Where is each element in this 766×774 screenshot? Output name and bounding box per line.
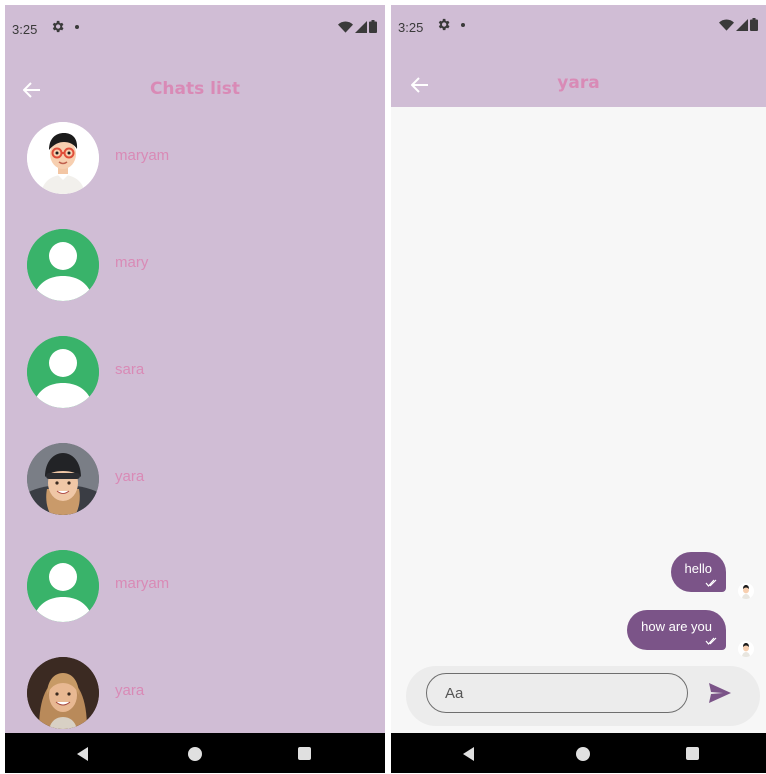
send-icon[interactable] (708, 682, 732, 704)
message-bubble: hello (670, 552, 726, 592)
signal-icon (736, 18, 748, 31)
message-composer (406, 666, 760, 726)
cartoon-boy-avatar-icon (27, 122, 99, 194)
nav-back-icon[interactable] (463, 747, 474, 761)
contact-name: maryam (115, 147, 170, 164)
message-input[interactable] (426, 673, 688, 713)
nav-back-icon[interactable] (77, 747, 88, 761)
chat-list-item[interactable]: maryam (5, 550, 385, 640)
message-bubble: how are you (627, 610, 726, 650)
system-nav-bar (391, 733, 766, 773)
notification-dot-icon (461, 23, 465, 27)
battery-icon (369, 20, 377, 33)
wifi-icon (338, 20, 353, 33)
wifi-icon (719, 18, 734, 31)
nav-recents-icon[interactable] (298, 747, 311, 760)
status-icons (719, 18, 758, 31)
contact-name: maryam (115, 575, 170, 592)
message-text: how are you (641, 619, 712, 634)
avatar (27, 443, 99, 515)
avatar (27, 229, 99, 301)
chat-list-item[interactable]: yara (5, 443, 385, 533)
message-text: hello (684, 561, 712, 576)
avatar (27, 122, 99, 194)
default-person-avatar-icon (27, 550, 99, 622)
sender-avatar (738, 641, 754, 657)
page-title: Chats list (149, 79, 241, 99)
chat-screen: 3:25 yara hello how are you (391, 5, 766, 773)
avatar (27, 657, 99, 729)
chat-list-item[interactable]: maryam (5, 122, 385, 212)
signal-icon (355, 20, 367, 33)
status-bar: 3:25 (5, 5, 385, 53)
contact-name: yara (115, 682, 145, 699)
photo-woman-beanie-icon (27, 443, 99, 515)
nav-recents-icon[interactable] (686, 747, 699, 760)
chat-list-item[interactable]: mary (5, 229, 385, 319)
double-check-icon (705, 637, 717, 645)
contact-name: yara (115, 468, 145, 485)
cartoon-boy-avatar-icon (738, 641, 754, 657)
status-time: 3:25 (398, 20, 424, 35)
settings-icon (438, 18, 450, 31)
message-list: hello how are you (391, 107, 766, 729)
battery-icon (750, 18, 758, 31)
status-bar: 3:25 (391, 5, 766, 53)
page-title: yara (557, 73, 600, 93)
contact-name: sara (115, 361, 145, 378)
chats-list-screen: 3:25 Chats list maryam mary sara yara ma… (5, 5, 385, 773)
status-icons (338, 20, 377, 33)
status-time: 3:25 (12, 22, 38, 37)
avatar (27, 336, 99, 408)
sender-avatar (738, 583, 754, 599)
system-nav-bar (5, 733, 385, 773)
default-person-avatar-icon (27, 336, 99, 408)
photo-woman-smiling-icon (27, 657, 99, 729)
contact-name: mary (115, 254, 149, 271)
default-person-avatar-icon (27, 229, 99, 301)
app-bar: Chats list (5, 59, 385, 119)
double-check-icon (705, 579, 717, 587)
nav-home-icon[interactable] (576, 747, 590, 761)
notification-dot-icon (75, 25, 79, 29)
chat-list-item[interactable]: sara (5, 336, 385, 426)
nav-home-icon[interactable] (188, 747, 202, 761)
avatar (27, 550, 99, 622)
settings-icon (52, 20, 64, 33)
cartoon-boy-avatar-icon (738, 583, 754, 599)
app-bar: yara (391, 53, 766, 107)
